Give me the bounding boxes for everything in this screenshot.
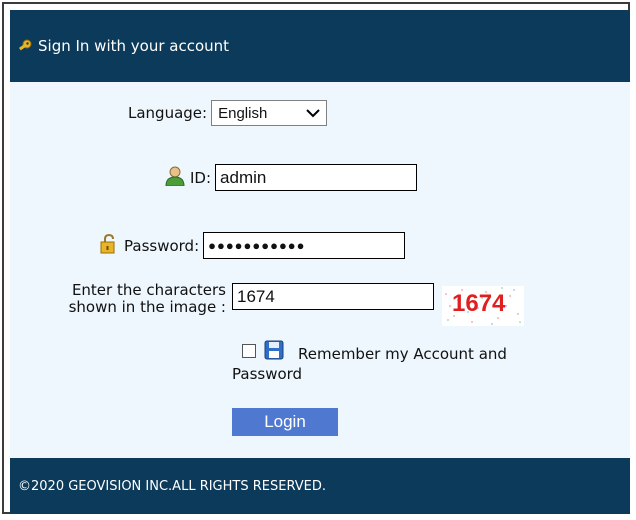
remember-text: Remember my Account and Password	[232, 344, 507, 384]
header-title: Sign In with your account	[38, 37, 230, 55]
id-row: ID: admin	[164, 164, 418, 191]
language-row: Language: English	[128, 100, 328, 126]
user-icon	[164, 166, 186, 190]
remember-line2: Password	[232, 365, 303, 383]
captcha-image-text: 1674	[452, 290, 506, 317]
id-label: ID:	[190, 168, 212, 187]
remember-line1: Remember my Account and	[298, 345, 507, 363]
id-field[interactable]: admin	[215, 164, 418, 191]
captcha-field[interactable]: 1674	[232, 283, 434, 310]
login-button[interactable]: Login	[232, 408, 338, 436]
language-label: Language:	[128, 104, 208, 122]
password-field[interactable]: ●●●●●●●●●●●	[203, 232, 406, 259]
chevron-down-icon	[306, 105, 320, 122]
language-selected-value: English	[218, 104, 268, 122]
captcha-label-line1: Enter the characters	[71, 281, 226, 299]
captcha-label-line2: shown in the image :	[68, 298, 226, 316]
copyright-text: ©2020 GEOVISION INC.ALL RIGHTS RESERVED.	[18, 478, 327, 494]
login-footer: ©2020 GEOVISION INC.ALL RIGHTS RESERVED.	[10, 458, 630, 514]
key-icon	[18, 39, 32, 53]
password-row: Password: ●●●●●●●●●●●	[100, 232, 406, 259]
captcha-label: Enter the characters shown in the image …	[28, 282, 226, 316]
captcha-image: 1674	[442, 286, 524, 326]
password-label: Password:	[124, 236, 200, 255]
login-window: Sign In with your account Language: Engl…	[2, 2, 630, 514]
login-header: Sign In with your account	[10, 10, 630, 82]
login-panel: Sign In with your account Language: Engl…	[10, 10, 630, 514]
language-select[interactable]: English	[211, 100, 328, 126]
lock-icon	[100, 233, 118, 258]
